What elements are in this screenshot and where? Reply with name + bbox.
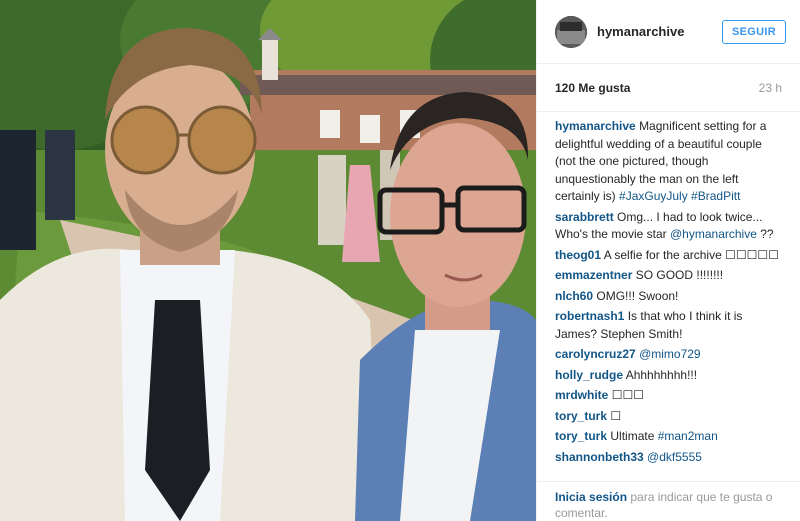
likes-count[interactable]: 120 Me gusta	[555, 81, 630, 95]
comment-username[interactable]: tory_turk	[555, 429, 607, 443]
comment-username[interactable]: shannonbeth33	[555, 450, 644, 464]
caption-username[interactable]: hymanarchive	[555, 119, 636, 133]
post-age[interactable]: 23 h	[759, 81, 782, 95]
comment: robertnash1 Is that who I think it is Ja…	[555, 308, 782, 343]
comment-text: ☐	[610, 408, 622, 423]
comment-mention[interactable]: @mimo729	[639, 347, 701, 361]
comment-text: ☐☐☐	[611, 388, 644, 402]
comment-username[interactable]: mrdwhite	[555, 388, 608, 402]
comment: tory_turk Ultimate #man2man	[555, 428, 782, 446]
comment-mention[interactable]: @dkf5555	[647, 450, 702, 464]
comment-text: Ahhhhhhhh!!!	[625, 367, 698, 382]
comment-text-after: ??	[756, 227, 774, 241]
login-prompt: Inicia sesión para indicar que te gusta …	[537, 481, 800, 521]
post-header: hymanarchive SEGUIR	[537, 0, 800, 64]
comment-username[interactable]: carolyncruz27	[555, 347, 636, 361]
comment-hashtag[interactable]: #man2man	[658, 429, 718, 443]
comment-username[interactable]: nlch60	[555, 289, 593, 303]
wedding-selfie-photo	[0, 0, 536, 521]
comment-text: A selfie for the archive ☐☐☐☐☐	[603, 247, 779, 262]
header-username[interactable]: hymanarchive	[597, 24, 722, 39]
comment-username[interactable]: theog01	[555, 248, 601, 262]
avatar-image	[555, 15, 587, 48]
comment: mrdwhite ☐☐☐	[555, 387, 782, 405]
comment-username[interactable]: robertnash1	[555, 309, 624, 323]
comment: nlch60 OMG!!! Swoon!	[555, 288, 782, 306]
comment: sarabbrett Omg... I had to look twice...…	[555, 209, 782, 244]
post-sidebar: hymanarchive SEGUIR 120 Me gusta 23 h hy…	[536, 0, 800, 521]
comment-text: OMG!!! Swoon!	[596, 288, 679, 303]
comment: holly_rudge Ahhhhhhhh!!!	[555, 367, 782, 385]
post-photo[interactable]	[0, 0, 536, 521]
post-meta: 120 Me gusta 23 h	[537, 64, 800, 112]
avatar[interactable]	[555, 15, 587, 48]
comment: emmazentner SO GOOD !!!!!!!!	[555, 267, 782, 285]
comment-text: SO GOOD !!!!!!!!	[635, 268, 724, 282]
comment-username[interactable]: sarabbrett	[555, 210, 614, 224]
comment-text: Ultimate	[610, 429, 658, 443]
caption-hashtags[interactable]: #JaxGuyJuly #BradPitt	[619, 189, 740, 203]
comment-username[interactable]: emmazentner	[555, 268, 632, 282]
instagram-post: hymanarchive SEGUIR 120 Me gusta 23 h hy…	[0, 0, 800, 521]
comments-list: hymanarchive Magnificent setting for a d…	[537, 112, 800, 480]
comment-mention[interactable]: @hymanarchive	[670, 227, 757, 241]
caption: hymanarchive Magnificent setting for a d…	[555, 118, 782, 206]
comment-username[interactable]: holly_rudge	[555, 368, 623, 382]
comment: carolyncruz27 @mimo729	[555, 346, 782, 364]
comment: tory_turk ☐	[555, 408, 782, 426]
login-link[interactable]: Inicia sesión	[555, 490, 627, 504]
follow-button[interactable]: SEGUIR	[722, 19, 786, 44]
comment: shannonbeth33 @dkf5555	[555, 449, 782, 467]
comment: theog01 A selfie for the archive ☐☐☐☐☐	[555, 247, 782, 265]
comment-username[interactable]: tory_turk	[555, 409, 607, 423]
